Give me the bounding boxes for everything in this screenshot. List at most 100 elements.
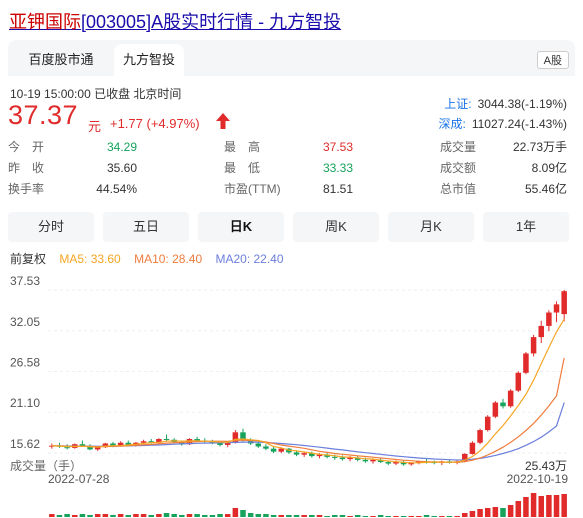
candle-body [301,453,307,455]
volume-bar [293,515,300,517]
stat-label: 最 低 [224,161,261,175]
volume-bar [64,514,70,517]
x-tick-label: 2022-07-28 [48,472,110,486]
candle-body [385,462,392,464]
ma10-line [51,357,565,463]
tab-five-day[interactable]: 五日 [103,212,189,242]
index-shanghai[interactable]: 上证: 3044.38(-1.19%) [444,95,567,112]
volume-bar [324,516,330,517]
volume-bar [423,515,430,517]
volume-bar [286,515,292,517]
candle-body [561,291,567,315]
candle-body [484,416,491,431]
candle-body [530,337,537,354]
candlestick-chart[interactable]: 37.53 32.05 26.58 21.10 15.62 2022-07-28 2022-… [8,265,575,517]
volume-bar [477,509,483,517]
volume-bar [79,514,86,517]
tab-intraday[interactable]: 分时 [8,212,94,242]
stat-value: 33.33 [322,161,353,175]
volume-bar [263,514,269,517]
candle-body [546,312,552,326]
adjust-mode[interactable]: 前复权 [10,252,46,266]
volume-bar [347,516,353,517]
market-badge: A股 [536,51,569,69]
candle-body [538,325,544,338]
index-value: 3044.38(-1.19%) [477,97,567,111]
candle-body [194,439,200,441]
candle-body [507,390,514,407]
volume-bar [370,516,376,517]
period-tabs: 分时 五日 日K 周K 月K 1年 [8,212,575,242]
index-name[interactable]: 深成: [438,117,465,131]
volume-bar [278,515,284,517]
volume-bar [446,516,453,517]
candle-body [523,353,529,373]
volume-bar [431,516,437,517]
index-name[interactable]: 上证: [444,97,471,111]
stat-label: 换手率 [8,182,45,196]
volume-bar [270,515,277,517]
stat-value: 22.73万手 [512,140,567,154]
candle-body [64,447,70,449]
volume-bar [49,514,55,517]
volume-bar [309,515,315,517]
volume-bar [194,514,200,517]
page-title[interactable]: 亚钾国际[003005]A股实时行情 - 九方智投 [9,8,341,34]
tab-one-year[interactable]: 1年 [483,212,569,242]
tab-baidu-gushitong[interactable]: 百度股市通 [12,44,110,76]
tab-weekly-k[interactable]: 周K [293,212,379,242]
volume-bar [408,516,414,517]
volume-bar [400,516,407,517]
volume-bar [171,514,177,517]
stock-card: 百度股市通 九方智投 A股 10-19 15:00:00 已收盘 北京时间 37… [8,40,575,518]
stat-value: 37.53 [322,140,353,154]
volume-bar [102,514,109,517]
stock-code[interactable]: [003005] [81,12,151,32]
tab-daily-k[interactable]: 日K [198,212,284,242]
volume-bar [117,514,124,517]
candle-body [553,304,560,313]
price-change: +1.77 (+4.97%) [110,116,200,131]
y-tick-label: 32.05 [10,315,40,329]
volume-bar [94,514,101,517]
tab-monthly-k[interactable]: 月K [388,212,474,242]
volume-bar [523,497,529,517]
ma5-label: MA5: 33.60 [59,252,121,266]
volume-bar [186,514,193,517]
stat-value: 34.29 [106,140,137,154]
volume-bar [56,515,63,517]
stat-label: 总市值 [440,182,477,196]
candle-body [79,444,86,446]
volume-bar [202,515,208,517]
tab-jiufang-zhitou[interactable]: 九方智投 [114,44,184,76]
stat-label: 今 开 [8,140,45,154]
volume-bar [538,496,544,517]
stat-value: 8.09亿 [531,161,567,175]
stat-value: 35.60 [106,161,137,175]
y-tick-label: 37.53 [10,274,40,288]
ma10-label: MA10: 28.40 [134,252,203,266]
stock-name[interactable]: 亚钾国际 [9,12,81,32]
volume-bar [507,505,514,517]
title-suffix[interactable]: A股实时行情 - 九方智投 [151,12,341,32]
volume-bar [469,511,476,517]
volume-bar [454,516,460,517]
volume-bar [339,515,346,517]
volume-bar [492,507,499,517]
candle-body [293,452,300,455]
volume-bar [110,515,116,517]
candle-body [370,459,376,462]
candle-body [500,402,506,407]
volume-bar [439,516,445,517]
candle-body [492,402,499,417]
volume-bar [156,514,162,517]
volume-bar [553,495,560,517]
volume-bar [362,516,369,517]
volume-bar [316,515,323,517]
source-tabbar: 百度股市通 九方智投 A股 [8,40,575,76]
stat-value: 44.54% [96,182,137,196]
index-shenzhen[interactable]: 深成: 11027.24(-1.43%) [438,115,567,132]
volume-bar [377,515,384,517]
y-tick-label: 15.62 [10,437,40,451]
x-tick-label: 2022-10-19 [507,472,569,486]
